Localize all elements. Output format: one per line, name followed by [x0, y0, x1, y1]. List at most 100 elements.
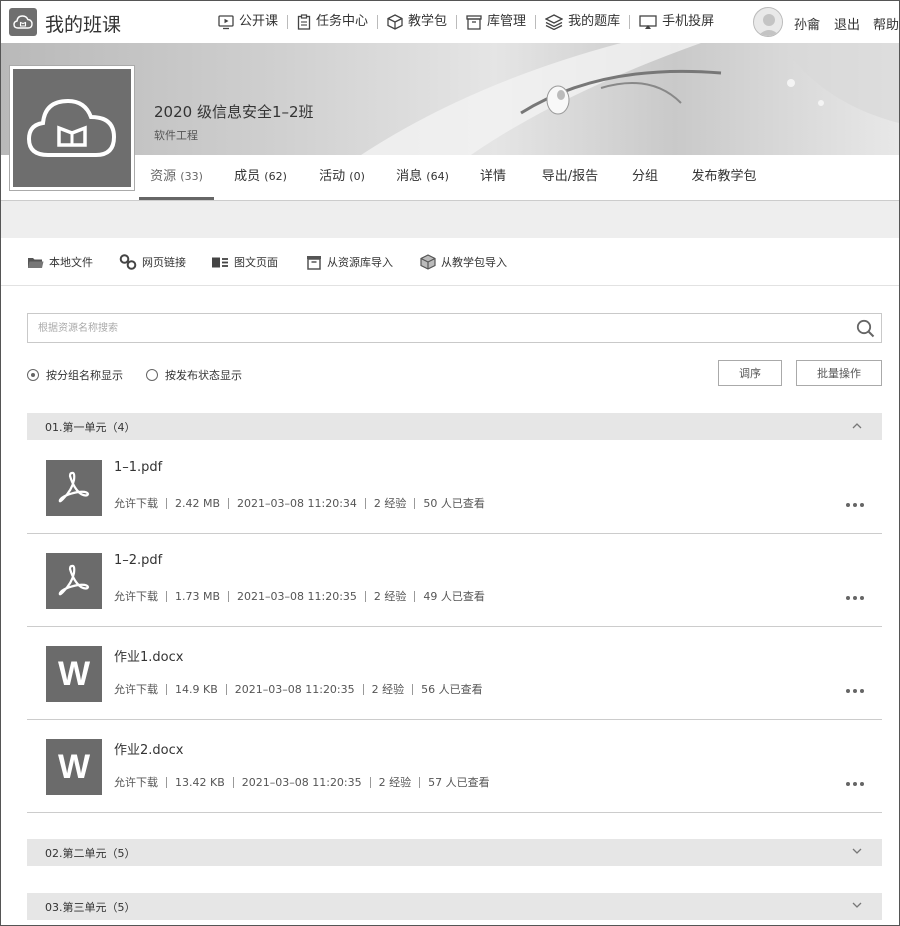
file-row[interactable]: W 作业2.docx 允许下载 13.42 KB 2021–03–08 11:2…: [27, 720, 882, 813]
nav-question-bank[interactable]: 我的题库: [536, 14, 631, 30]
user-name[interactable]: 孙龠: [794, 14, 820, 33]
reorder-button[interactable]: 调序: [718, 360, 782, 386]
tab-publish-pack[interactable]: 发布教学包: [685, 155, 763, 200]
chevron-down-icon[interactable]: [852, 902, 862, 909]
help-link[interactable]: 帮助: [873, 14, 899, 33]
file-size: 1.73 MB: [167, 591, 230, 602]
nav-label: 教学包: [408, 14, 448, 29]
group-title: 03.第三单元（5）: [45, 900, 136, 914]
pdf-file-icon: [46, 553, 102, 609]
import-from-library-button[interactable]: 从资源库导入: [306, 254, 393, 270]
nav-task-center[interactable]: 任务中心: [288, 14, 379, 30]
image-text-icon: [212, 257, 228, 267]
file-meta: 允许下载 14.9 KB 2021–03–08 11:20:35 2 经验 56…: [114, 684, 491, 695]
cloud-book-icon: [26, 98, 117, 157]
file-size: 14.9 KB: [167, 684, 227, 695]
nav-open-course[interactable]: 公开课: [209, 14, 289, 29]
class-banner: [1, 43, 899, 155]
tab-groups[interactable]: 分组: [623, 155, 667, 200]
add-web-link-button[interactable]: 网页链接: [119, 254, 186, 270]
file-row[interactable]: 1–1.pdf 允许下载 2.42 MB 2021–03–08 11:20:34…: [27, 441, 882, 534]
tab-count: (64): [426, 170, 449, 183]
upload-time: 2021–03–08 11:20:35: [234, 777, 371, 788]
add-image-text-page-button[interactable]: 图文页面: [211, 254, 278, 270]
clipboard-icon: [297, 14, 311, 30]
nav-label: 公开课: [239, 14, 279, 29]
file-name[interactable]: 1–1.pdf: [114, 460, 162, 475]
more-options-icon[interactable]: [846, 689, 864, 693]
search-input[interactable]: [28, 314, 828, 342]
import-from-pack-button[interactable]: 从教学包导入: [420, 254, 507, 270]
download-permission: 允许下载: [114, 591, 167, 602]
nav-library-manage[interactable]: 库管理: [457, 14, 537, 30]
nav-label: 我的题库: [568, 14, 621, 29]
archive-icon: [466, 14, 482, 30]
tab-label: 详情: [479, 169, 506, 184]
brand-title[interactable]: 我的班课: [45, 10, 121, 37]
search-icon[interactable]: [856, 319, 875, 338]
monitor-play-icon: [218, 14, 234, 29]
more-options-icon[interactable]: [846, 596, 864, 600]
package-icon: [387, 14, 403, 30]
group-header-unit-3[interactable]: 03.第三单元（5）: [27, 893, 882, 920]
nav-screen-cast[interactable]: 手机投屏: [630, 15, 723, 29]
experience-points: 2 经验: [364, 684, 414, 695]
view-by-group-radio[interactable]: 按分组名称显示: [27, 367, 123, 383]
resource-toolbar: 本地文件 网页链接 图文页面 从资源库导入 从教学包导入: [1, 238, 899, 286]
group-header-unit-1[interactable]: 01.第一单元（4）: [27, 413, 882, 440]
class-cover[interactable]: [9, 65, 135, 191]
experience-points: 2 经验: [366, 591, 416, 602]
experience-points: 2 经验: [366, 498, 416, 509]
tab-members[interactable]: 成员 (62): [223, 155, 298, 200]
top-bar: 我的班课 公开课 任务中心 教学包 库管理 我的题库 手机投屏 孙龠 退出 帮助: [1, 1, 899, 43]
tab-export-report[interactable]: 导出/报告: [533, 155, 607, 200]
upload-time: 2021–03–08 11:20:35: [229, 591, 366, 602]
radio-label: 按分组名称显示: [46, 369, 123, 382]
tab-label: 分组: [631, 169, 658, 184]
download-permission: 允许下载: [114, 777, 167, 788]
folder-icon: [28, 257, 44, 268]
file-row[interactable]: W 作业1.docx 允许下载 14.9 KB 2021–03–08 11:20…: [27, 627, 882, 720]
more-options-icon[interactable]: [846, 503, 864, 507]
group-title: 01.第一单元（4）: [45, 420, 136, 434]
file-meta: 允许下载 1.73 MB 2021–03–08 11:20:35 2 经验 49…: [114, 591, 493, 602]
app-logo-icon[interactable]: [9, 8, 37, 36]
tool-label: 本地文件: [49, 256, 93, 269]
nav-teaching-pack[interactable]: 教学包: [378, 14, 458, 30]
nav-label: 手机投屏: [662, 14, 715, 29]
tool-label: 从资源库导入: [327, 256, 393, 269]
file-meta: 允许下载 13.42 KB 2021–03–08 11:20:35 2 经验 5…: [114, 777, 498, 788]
file-row[interactable]: 1–2.pdf 允许下载 1.73 MB 2021–03–08 11:20:35…: [27, 534, 882, 627]
word-file-icon: W: [46, 646, 102, 702]
file-name[interactable]: 作业2.docx: [114, 739, 183, 758]
tab-activities[interactable]: 活动 (0): [307, 155, 377, 200]
group-header-unit-2[interactable]: 02.第二单元（5）: [27, 839, 882, 866]
view-by-status-radio[interactable]: 按发布状态显示: [146, 367, 242, 383]
nav-label: 任务中心: [316, 14, 369, 29]
add-local-file-button[interactable]: 本地文件: [27, 254, 93, 270]
avatar[interactable]: [753, 7, 783, 37]
batch-operation-button[interactable]: 批量操作: [796, 360, 882, 386]
tab-resources[interactable]: 资源 (33): [139, 155, 214, 200]
package-icon: [420, 254, 436, 270]
tab-label: 导出/报告: [541, 169, 599, 184]
file-name[interactable]: 1–2.pdf: [114, 553, 162, 568]
file-size: 2.42 MB: [167, 498, 230, 509]
chevron-up-icon[interactable]: [852, 422, 862, 429]
tab-messages[interactable]: 消息 (64): [385, 155, 460, 200]
more-options-icon[interactable]: [846, 782, 864, 786]
tool-label: 网页链接: [142, 256, 186, 269]
word-icon-letter: W: [57, 747, 91, 786]
chevron-down-icon[interactable]: [852, 848, 862, 855]
layers-icon: [545, 14, 564, 30]
tab-count: (0): [349, 170, 365, 183]
file-name[interactable]: 作业1.docx: [114, 646, 183, 665]
word-icon-letter: W: [57, 654, 91, 693]
experience-points: 2 经验: [371, 777, 421, 788]
view-count: 56 人已查看: [421, 683, 483, 696]
tool-label: 从教学包导入: [441, 256, 507, 269]
tab-details[interactable]: 详情: [471, 155, 515, 200]
logout-link[interactable]: 退出: [834, 14, 860, 33]
view-count: 50 人已查看: [423, 497, 485, 510]
tool-label: 图文页面: [234, 256, 278, 269]
